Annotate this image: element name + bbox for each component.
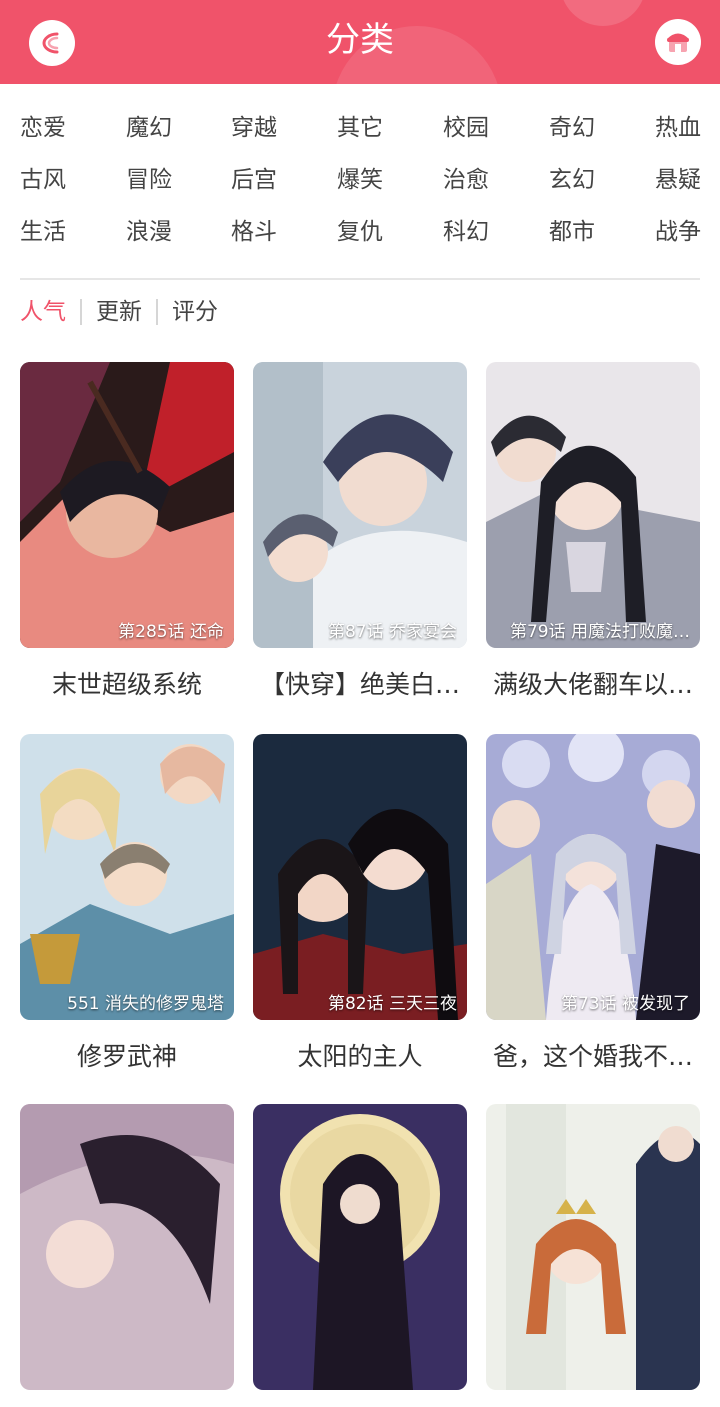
comic-card[interactable]	[486, 1104, 700, 1407]
comic-card[interactable]: 第73话 被发现了 爸，这个婚我不…	[486, 734, 700, 1073]
category-row: 古风 冒险 后宫 爆笑 治愈 玄幻 悬疑	[20, 157, 710, 209]
comic-cover[interactable]: 第79话 用魔法打败魔…	[486, 362, 700, 648]
comic-card[interactable]: 551 消失的修罗鬼塔 修罗武神	[20, 734, 234, 1073]
cover-artwork	[253, 362, 467, 648]
comic-title[interactable]: 末世超级系统	[20, 665, 234, 701]
comic-cover[interactable]: 第82话 三天三夜	[253, 734, 467, 1020]
chapter-label: 551 消失的修罗鬼塔	[67, 994, 224, 1014]
cover-artwork	[253, 734, 467, 1020]
shop-button[interactable]	[655, 19, 701, 65]
sort-separator	[80, 299, 82, 325]
comic-cover[interactable]	[253, 1104, 467, 1390]
comic-card[interactable]: 第79话 用魔法打败魔… 满级大佬翻车以…	[486, 362, 700, 701]
back-button[interactable]	[29, 20, 75, 66]
category-item[interactable]: 科幻	[443, 209, 489, 257]
chapter-label: 第87话 乔家宴会	[327, 622, 457, 642]
comic-cover[interactable]: 551 消失的修罗鬼塔	[20, 734, 234, 1020]
comic-title[interactable]: 爸，这个婚我不…	[486, 1037, 700, 1073]
comic-title[interactable]: 【快穿】绝美白…	[253, 665, 467, 701]
chapter-label: 第82话 三天三夜	[327, 994, 457, 1014]
category-grid: 恋爱 魔幻 穿越 其它 校园 奇幻 热血 古风 冒险 后宫 爆笑 治愈 玄幻 悬…	[20, 105, 710, 261]
category-row: 生活 浪漫 格斗 复仇 科幻 都市 战争	[20, 209, 710, 261]
comic-card[interactable]: 第82话 三天三夜 太阳的主人	[253, 734, 467, 1073]
category-item[interactable]: 古风	[20, 157, 66, 205]
category-item[interactable]: 格斗	[231, 209, 277, 257]
chapter-label: 第73话 被发现了	[560, 994, 690, 1014]
sort-tab-popular[interactable]: 人气	[20, 292, 66, 332]
category-item[interactable]: 复仇	[337, 209, 383, 257]
cover-artwork	[20, 734, 234, 1020]
cover-artwork	[253, 1104, 467, 1390]
sort-tabs: 人气 更新 评分	[20, 292, 218, 332]
category-item[interactable]: 都市	[549, 209, 595, 257]
page-title: 分类	[326, 20, 394, 60]
comic-cover[interactable]	[486, 1104, 700, 1390]
sort-tab-updated[interactable]: 更新	[96, 292, 142, 332]
comic-card[interactable]: 第87话 乔家宴会 【快穿】绝美白…	[253, 362, 467, 701]
category-item[interactable]: 热血	[655, 105, 701, 153]
chapter-label: 第79话 用魔法打败魔…	[509, 622, 690, 642]
category-item[interactable]: 魔幻	[126, 105, 172, 153]
section-divider	[20, 278, 700, 280]
shop-icon	[667, 33, 689, 52]
comic-cover[interactable]	[20, 1104, 234, 1390]
category-item[interactable]: 生活	[20, 209, 66, 257]
sort-tab-rating[interactable]: 评分	[172, 292, 218, 332]
category-item[interactable]: 后宫	[231, 157, 277, 205]
cover-artwork	[20, 362, 234, 648]
category-item[interactable]: 恋爱	[20, 105, 66, 153]
sort-separator	[156, 299, 158, 325]
cover-artwork	[486, 1104, 700, 1390]
app-header: 分类	[0, 0, 720, 84]
cover-artwork	[486, 734, 700, 1020]
comic-card[interactable]	[20, 1104, 234, 1407]
category-item[interactable]: 玄幻	[549, 157, 595, 205]
comic-card[interactable]	[253, 1104, 467, 1407]
comic-cover[interactable]: 第87话 乔家宴会	[253, 362, 467, 648]
comic-cover[interactable]: 第73话 被发现了	[486, 734, 700, 1020]
comic-title[interactable]: 满级大佬翻车以…	[486, 665, 700, 701]
cover-artwork	[20, 1104, 234, 1390]
category-row: 恋爱 魔幻 穿越 其它 校园 奇幻 热血	[20, 105, 710, 157]
category-item[interactable]: 浪漫	[126, 209, 172, 257]
category-item[interactable]: 穿越	[231, 105, 277, 153]
chapter-label: 第285话 还命	[118, 622, 224, 642]
category-item[interactable]: 校园	[443, 105, 489, 153]
comic-title[interactable]: 修罗武神	[20, 1037, 234, 1073]
category-item[interactable]: 战争	[655, 209, 701, 257]
category-item[interactable]: 其它	[337, 105, 383, 153]
comic-cover[interactable]: 第285话 还命	[20, 362, 234, 648]
cover-artwork	[486, 362, 700, 648]
category-item[interactable]: 奇幻	[549, 105, 595, 153]
category-item[interactable]: 治愈	[443, 157, 489, 205]
comic-card[interactable]: 第285话 还命 末世超级系统	[20, 362, 234, 701]
category-item[interactable]: 冒险	[126, 157, 172, 205]
comic-title[interactable]: 太阳的主人	[253, 1037, 467, 1073]
category-item[interactable]: 爆笑	[337, 157, 383, 205]
back-heart-icon	[42, 32, 59, 54]
category-item[interactable]: 悬疑	[655, 157, 701, 205]
